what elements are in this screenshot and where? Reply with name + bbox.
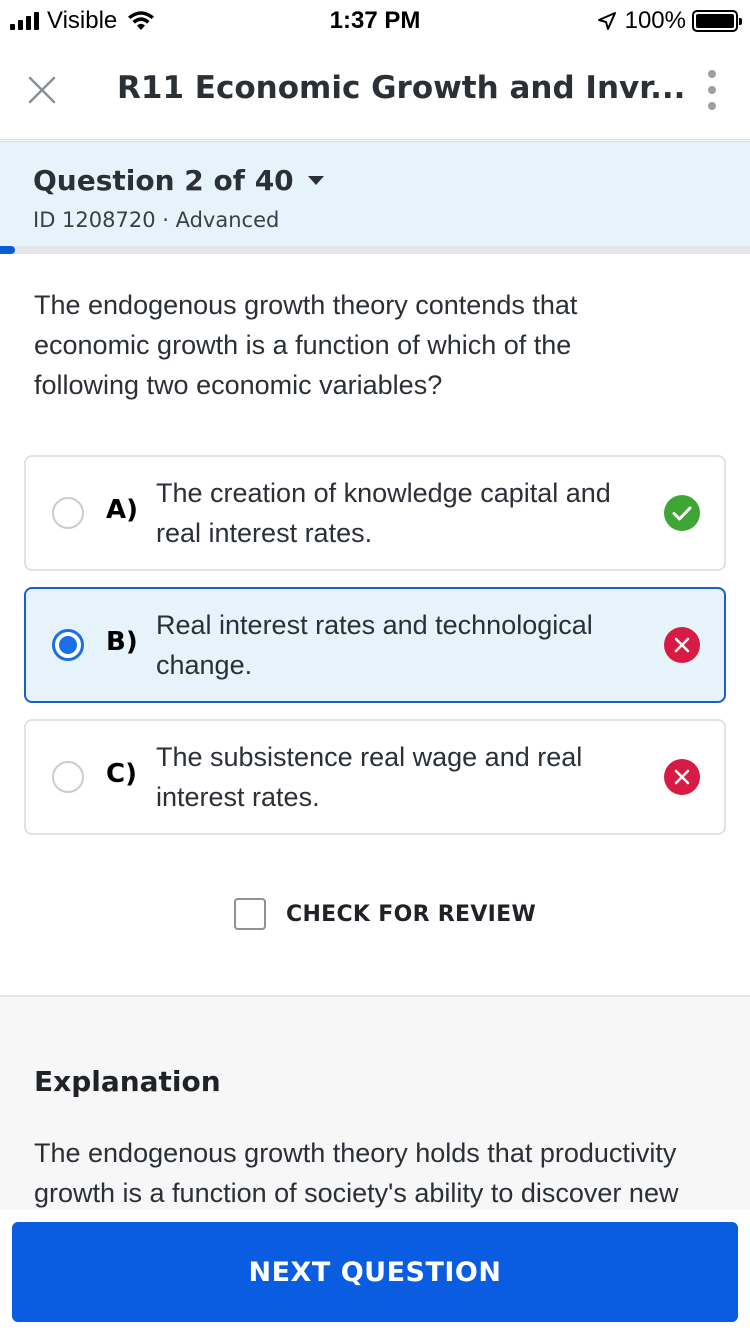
answer-text: Real interest rates and technological ch…: [156, 610, 593, 680]
x-circle-icon: [664, 759, 700, 795]
more-options-icon[interactable]: [704, 70, 720, 110]
answer-letter: B): [106, 627, 138, 657]
radio-button[interactable]: [52, 761, 84, 793]
radio-button-selected[interactable]: [52, 629, 84, 661]
question-meta: ID 1208720 · Advanced: [33, 208, 280, 232]
explanation-text: The endogenous growth theory holds that …: [34, 1138, 679, 1208]
answer-option-a[interactable]: A) The creation of knowledge capital and…: [24, 455, 726, 571]
next-question-button[interactable]: NEXT QUESTION: [12, 1222, 738, 1322]
progress-fill: [0, 246, 15, 254]
location-arrow-icon: [597, 12, 616, 30]
review-label: CHECK FOR REVIEW: [286, 901, 537, 927]
question-number: Question 2 of 40: [33, 164, 294, 197]
check-circle-icon: [664, 495, 700, 531]
answer-letter: C): [106, 759, 137, 789]
progress-bar: [0, 246, 750, 254]
answer-letter: A): [106, 495, 139, 525]
question-text: The endogenous growth theory contends th…: [34, 290, 578, 400]
radio-button[interactable]: [52, 497, 84, 529]
page-title: R11 Economic Growth and Invr...: [117, 70, 686, 106]
battery-percent: 100%: [624, 7, 686, 34]
question-selector[interactable]: Question 2 of 40: [33, 164, 324, 197]
answer-text: The subsistence real wage and real inter…: [156, 742, 583, 812]
bottom-bar: NEXT QUESTION: [0, 1210, 750, 1334]
status-right: 100%: [597, 7, 742, 35]
x-circle-icon: [664, 627, 700, 663]
review-checkbox[interactable]: [234, 898, 266, 930]
battery-icon: [692, 10, 742, 32]
check-for-review[interactable]: CHECK FOR REVIEW: [234, 898, 536, 930]
close-icon[interactable]: [26, 74, 58, 106]
answer-option-c[interactable]: C) The subsistence real wage and real in…: [24, 719, 726, 835]
status-bar: Visible 1:37 PM 100%: [0, 0, 750, 40]
answer-option-b[interactable]: B) Real interest rates and technological…: [24, 587, 726, 703]
explanation-title: Explanation: [34, 1065, 221, 1098]
chevron-down-icon: [307, 176, 324, 185]
answer-text: The creation of knowledge capital and re…: [156, 478, 611, 548]
question-banner: Question 2 of 40 ID 1208720 · Advanced: [0, 141, 750, 246]
app-header: R11 Economic Growth and Invr...: [0, 40, 750, 140]
